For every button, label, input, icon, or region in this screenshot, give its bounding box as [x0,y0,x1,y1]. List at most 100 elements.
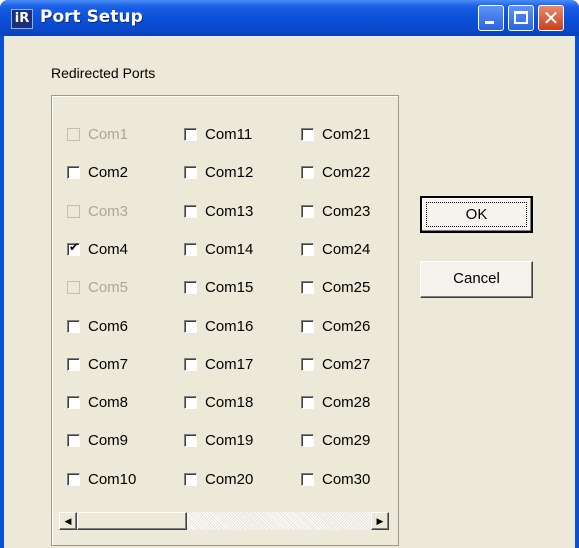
maximize-button[interactable] [508,5,534,31]
port-checkbox[interactable]: Com27 [301,354,370,374]
checkbox-box [67,280,80,294]
title-bar[interactable]: iR Port Setup ✕ [0,0,579,36]
checkbox-box[interactable] [67,357,80,371]
checkbox-box[interactable] [184,433,197,447]
checkbox-box[interactable] [184,127,197,141]
port-checkbox[interactable]: Com24 [301,239,370,259]
port-label: Com19 [205,431,254,449]
port-checkbox[interactable]: Com9 [67,430,128,450]
port-checkbox[interactable]: Com13 [184,201,253,221]
scroll-right-icon[interactable]: ▶ [371,512,389,530]
port-label: Com3 [88,202,129,220]
port-checkbox[interactable]: Com23 [301,201,370,221]
checkbox-box[interactable] [67,433,80,447]
port-checkbox[interactable]: Com11 [184,124,252,144]
port-checkbox[interactable]: Com14 [184,239,253,259]
checkbox-box[interactable] [301,280,314,294]
port-checkbox[interactable]: Com7 [67,354,128,374]
port-checkbox: Com3 [67,201,128,221]
port-checkbox: Com5 [67,277,128,297]
port-label: Com30 [322,470,371,488]
port-setup-window: iR Port Setup ✕ Redirected Ports Com1 Com… [0,0,579,548]
checkmark-icon: ✔ [69,239,80,254]
checkbox-box[interactable] [67,319,80,333]
port-checkbox[interactable]: Com17 [184,354,253,374]
port-label: Com8 [88,393,129,411]
port-label: Com28 [322,393,371,411]
dialog-client-area: Redirected Ports Com1 Com2 Com3 ✔ Com4 Com5 Co… [4,36,575,548]
window-title: Port Setup [40,7,143,27]
port-checkbox[interactable]: Com8 [67,392,128,412]
port-checkbox[interactable]: Com30 [301,469,370,489]
checkbox-box[interactable] [184,357,197,371]
port-checkbox: Com1 [67,124,128,144]
port-label: Com16 [205,317,254,335]
port-checkbox[interactable]: Com15 [184,277,253,297]
horizontal-scrollbar[interactable]: ◀ ▶ [59,512,389,530]
checkbox-box[interactable] [67,165,80,179]
port-checkbox[interactable]: Com21 [301,124,370,144]
port-checkbox[interactable]: Com29 [301,430,370,450]
port-label: Com13 [205,202,254,220]
port-label: Com14 [205,240,254,258]
cancel-button-label: Cancel [453,270,500,287]
scroll-track[interactable] [187,512,371,530]
port-label: Com12 [205,163,254,181]
port-label: Com23 [322,202,371,220]
port-checkbox[interactable]: Com20 [184,469,253,489]
port-checkbox[interactable]: Com16 [184,316,253,336]
checkbox-box[interactable] [301,165,314,179]
scroll-thumb[interactable] [77,512,187,530]
group-label: Redirected Ports [51,65,156,81]
port-checkbox[interactable]: Com6 [67,316,128,336]
port-label: Com29 [322,431,371,449]
port-label: Com1 [88,125,129,143]
checkbox-box[interactable] [301,357,314,371]
port-label: Com17 [205,355,254,373]
checkbox-box[interactable] [184,395,197,409]
port-label: Com15 [205,278,254,296]
port-checkbox[interactable]: Com12 [184,162,253,182]
port-checkbox[interactable]: Com28 [301,392,370,412]
port-checkbox[interactable]: ✔ Com4 [67,239,128,259]
close-icon: ✕ [542,6,560,30]
port-checkbox[interactable]: Com2 [67,162,128,182]
checkbox-box[interactable] [184,242,197,256]
port-label: Com2 [88,163,129,181]
minimize-button[interactable] [478,5,504,31]
checkbox-box[interactable] [184,280,197,294]
port-checkbox[interactable]: Com18 [184,392,253,412]
checkbox-box[interactable]: ✔ [67,239,80,256]
close-button[interactable]: ✕ [538,5,564,31]
checkbox-box[interactable] [301,127,314,141]
checkbox-box[interactable] [301,395,314,409]
checkbox-box[interactable] [184,165,197,179]
port-label: Com4 [88,240,129,258]
app-icon: iR [11,9,33,29]
port-checkbox[interactable]: Com25 [301,277,370,297]
port-checkbox[interactable]: Com26 [301,316,370,336]
checkbox-box[interactable] [67,472,80,486]
port-label: Com11 [205,125,253,143]
cancel-button[interactable]: Cancel [420,261,533,298]
checkbox-box[interactable] [301,204,314,218]
checkbox-box[interactable] [301,472,314,486]
checkbox-box[interactable] [301,433,314,447]
port-checkbox[interactable]: Com19 [184,430,253,450]
minimize-icon [485,21,494,24]
port-checkbox[interactable]: Com22 [301,162,370,182]
port-label: Com21 [322,125,371,143]
port-label: Com5 [88,278,129,296]
checkbox-box[interactable] [301,242,314,256]
port-label: Com7 [88,355,129,373]
scroll-left-icon[interactable]: ◀ [59,512,77,530]
ok-button[interactable]: OK [420,196,533,233]
port-label: Com26 [322,317,371,335]
checkbox-box[interactable] [184,472,197,486]
checkbox-box[interactable] [184,319,197,333]
checkbox-box[interactable] [301,319,314,333]
port-checkbox[interactable]: Com10 [67,469,136,489]
checkbox-box[interactable] [184,204,197,218]
checkbox-box[interactable] [67,395,80,409]
port-label: Com9 [88,431,129,449]
